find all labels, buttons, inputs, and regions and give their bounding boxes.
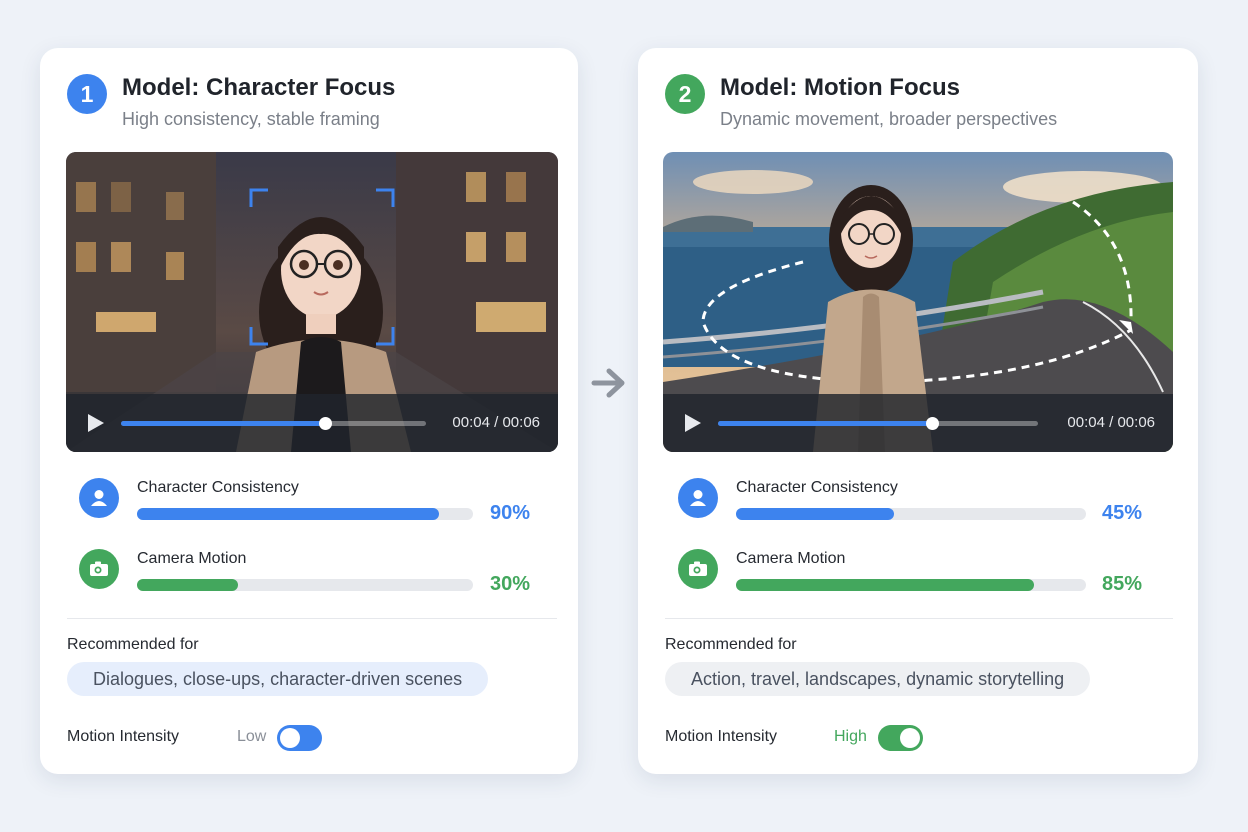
motion-intensity-value: Low bbox=[237, 728, 267, 745]
video-player[interactable]: 00:04 / 00:06 bbox=[66, 152, 558, 452]
model-card-character-focus: 1 Model: Character Focus High consistenc… bbox=[40, 48, 578, 774]
toggle-knob bbox=[900, 728, 920, 748]
metric-label: Camera Motion bbox=[137, 550, 247, 567]
player-controls: 00:04 / 00:06 bbox=[66, 394, 558, 452]
playback-time: 00:04 / 00:06 bbox=[452, 414, 540, 431]
recommended-for-tag: Action, travel, landscapes, dynamic stor… bbox=[665, 662, 1091, 696]
arrow-right-icon bbox=[591, 368, 625, 398]
section-divider bbox=[67, 618, 557, 619]
card-title: Model: Character Focus bbox=[122, 74, 396, 101]
metric-value: 30% bbox=[490, 573, 531, 595]
metric-character-consistency: Character Consistency 45% bbox=[678, 478, 1148, 524]
seek-bar[interactable] bbox=[121, 417, 426, 430]
camera-icon bbox=[678, 549, 718, 589]
user-icon bbox=[79, 478, 119, 518]
play-icon[interactable] bbox=[685, 414, 701, 432]
motion-intensity-toggle[interactable] bbox=[277, 725, 322, 751]
seek-bar-fill bbox=[121, 421, 326, 426]
step-number-badge: 1 bbox=[67, 74, 107, 114]
metric-bar-track bbox=[736, 579, 1086, 591]
metric-label: Character Consistency bbox=[137, 479, 299, 496]
recommended-for-label: Recommended for bbox=[67, 636, 199, 653]
motion-intensity-value: High bbox=[834, 728, 867, 745]
metric-bar-track bbox=[137, 508, 473, 520]
card-subtitle: High consistency, stable framing bbox=[122, 109, 380, 129]
motion-intensity-label: Motion Intensity bbox=[665, 728, 778, 745]
metric-bar-fill bbox=[137, 579, 238, 591]
video-player[interactable]: 00:04 / 00:06 bbox=[663, 152, 1173, 452]
play-icon[interactable] bbox=[88, 414, 104, 432]
metric-value: 90% bbox=[490, 502, 531, 524]
player-controls: 00:04 / 00:06 bbox=[663, 394, 1173, 452]
user-icon bbox=[678, 478, 718, 518]
seek-bar-thumb[interactable] bbox=[926, 417, 940, 430]
playback-time: 00:04 / 00:06 bbox=[1067, 414, 1155, 431]
metric-bar-fill bbox=[736, 579, 1034, 591]
card-title: Model: Motion Focus bbox=[720, 74, 960, 101]
card-subtitle: Dynamic movement, broader perspectives bbox=[720, 109, 1058, 129]
metric-label: Character Consistency bbox=[736, 479, 898, 496]
seek-bar[interactable] bbox=[718, 417, 1038, 430]
seek-bar-fill bbox=[718, 421, 933, 426]
motion-intensity-label: Motion Intensity bbox=[67, 728, 180, 745]
motion-intensity-toggle[interactable] bbox=[878, 725, 923, 751]
metric-bar-track bbox=[137, 579, 473, 591]
metric-value: 85% bbox=[1102, 573, 1143, 595]
recommended-for-tag: Dialogues, close-ups, character-driven s… bbox=[67, 662, 489, 696]
section-divider bbox=[665, 618, 1173, 619]
recommended-for-label: Recommended for bbox=[665, 636, 797, 653]
seek-bar-thumb[interactable] bbox=[319, 417, 333, 430]
metric-bar-fill bbox=[137, 508, 440, 520]
metric-label: Camera Motion bbox=[736, 550, 846, 567]
toggle-knob bbox=[280, 728, 300, 748]
camera-icon bbox=[79, 549, 119, 589]
metric-value: 45% bbox=[1102, 502, 1143, 524]
metric-character-consistency: Character Consistency 90% bbox=[79, 478, 539, 524]
model-card-motion-focus: 2 Model: Motion Focus Dynamic movement, … bbox=[638, 48, 1198, 774]
metric-camera-motion: Camera Motion 85% bbox=[678, 549, 1148, 595]
metric-bar-track bbox=[736, 508, 1086, 520]
metric-bar-fill bbox=[736, 508, 894, 520]
metric-camera-motion: Camera Motion 30% bbox=[79, 549, 539, 595]
step-number-badge: 2 bbox=[665, 74, 705, 114]
